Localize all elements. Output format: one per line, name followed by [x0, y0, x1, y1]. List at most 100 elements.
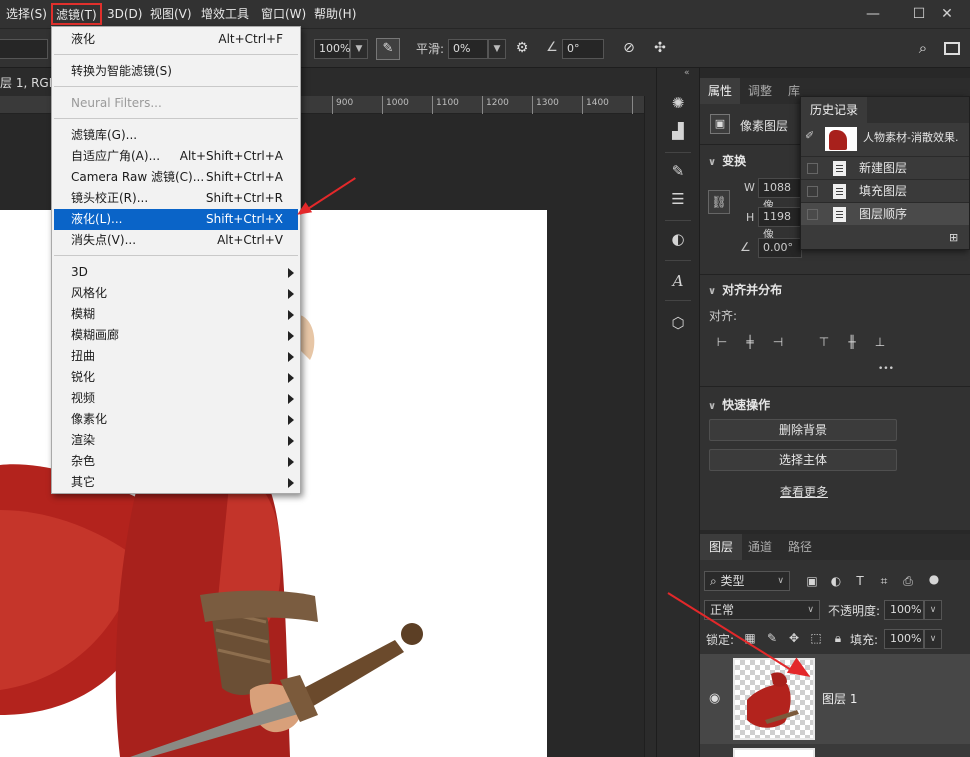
history-step[interactable]: 图层顺序 — [801, 202, 969, 225]
align-top-icon[interactable]: ⊤ — [816, 334, 832, 350]
menu-item-adaptive-wide-angle[interactable]: 自适应广角(A)... Alt+Shift+Ctrl+A — [52, 146, 300, 167]
align-section-title[interactable]: ∨ 对齐并分布 — [708, 281, 782, 298]
menu-item-liquify-last[interactable]: 液化 Alt+Ctrl+F — [52, 29, 300, 50]
submenu-distort[interactable]: 扭曲 — [52, 346, 300, 367]
menu-item-lens-correction[interactable]: 镜头校正(R)... Shift+Ctrl+R — [52, 188, 300, 209]
gear-icon[interactable]: ⚙ — [514, 40, 530, 56]
select-subject-button[interactable]: 选择主体 — [709, 449, 897, 471]
menu-plugins[interactable]: 增效工具 — [201, 0, 249, 28]
height-field[interactable]: 1198 像 — [758, 207, 802, 241]
new-snapshot-icon[interactable]: ⊞ — [949, 231, 963, 244]
transform-section-title[interactable]: ∨ 变换 — [708, 152, 746, 169]
tab-properties[interactable]: 属性 — [700, 78, 741, 104]
menu-item-filter-gallery[interactable]: 滤镜库(G)... — [52, 125, 300, 146]
chevron-down-icon[interactable]: ▼ — [488, 39, 506, 59]
menu-item-vanishing-point[interactable]: 消失点(V)... Alt+Ctrl+V — [52, 230, 300, 251]
menu-item-neural-filters[interactable]: Neural Filters... — [52, 93, 300, 114]
brush-icon[interactable]: ✎ — [667, 160, 689, 182]
tab-adjustments[interactable]: 调整 — [740, 78, 780, 104]
submenu-noise[interactable]: 杂色 — [52, 451, 300, 472]
menu-item-camera-raw[interactable]: Camera Raw 滤镜(C)... Shift+Ctrl+A — [52, 167, 300, 188]
see-more-link[interactable]: 查看更多 — [780, 483, 828, 500]
snapshot-label[interactable]: 人物素材-消散效果. — [863, 129, 958, 145]
align-hcenter-icon[interactable]: ╪ — [742, 334, 758, 350]
remove-background-button[interactable]: 删除背景 — [709, 419, 897, 441]
minimize-icon[interactable]: — — [850, 0, 896, 28]
filter-toggle-icon[interactable]: ● — [926, 571, 942, 587]
histogram-icon[interactable]: ▟ — [667, 120, 689, 142]
symmetry-icon[interactable]: ✣ — [650, 39, 670, 57]
tab-layers[interactable]: 图层 — [700, 534, 743, 560]
history-step[interactable]: 填充图层 — [801, 179, 969, 202]
submenu-video[interactable]: 视频 — [52, 388, 300, 409]
tab-channels[interactable]: 通道 — [739, 534, 781, 560]
workspace-icon[interactable] — [944, 42, 960, 55]
chevron-down-icon[interactable]: ▼ — [350, 39, 368, 59]
rotation-field[interactable]: 0.00° — [758, 238, 802, 258]
lock-position-icon[interactable]: ✥ — [786, 630, 802, 646]
menu-help[interactable]: 帮助(H) — [314, 0, 356, 28]
submenu-sharpen[interactable]: 锐化 — [52, 367, 300, 388]
airbrush-icon[interactable]: ✎ — [376, 38, 400, 60]
filter-shape-icon[interactable]: ⌗ — [876, 573, 892, 589]
snapshot-thumbnail[interactable] — [825, 127, 857, 151]
navigator-icon[interactable]: ✺ — [667, 92, 689, 114]
lock-all-icon[interactable]: 🔒︎ — [830, 630, 846, 646]
character-icon[interactable]: A — [667, 270, 689, 292]
smooth-field[interactable]: 0% — [448, 39, 488, 59]
submenu-stylize[interactable]: 风格化 — [52, 283, 300, 304]
align-bottom-icon[interactable]: ⊥ — [872, 334, 888, 350]
menu-select[interactable]: 选择(S) — [6, 0, 47, 28]
zoom-field[interactable]: 100% — [314, 39, 350, 59]
tab-paths[interactable]: 路径 — [779, 534, 821, 560]
submenu-blur-gallery[interactable]: 模糊画廊 — [52, 325, 300, 346]
submenu-3d[interactable]: 3D — [52, 262, 300, 283]
filter-pixel-icon[interactable]: ▣ — [804, 573, 820, 589]
angle-field[interactable]: 0° — [562, 39, 604, 59]
filter-type-icon[interactable]: T — [852, 573, 868, 589]
submenu-pixelate[interactable]: 像素化 — [52, 409, 300, 430]
pressure-icon[interactable]: ⊘ — [620, 39, 638, 57]
brush-settings-icon[interactable]: ☰ — [667, 188, 689, 210]
menu-3d[interactable]: 3D(D) — [107, 0, 142, 28]
clone-source-icon[interactable]: ◐ — [667, 228, 689, 250]
submenu-render[interactable]: 渲染 — [52, 430, 300, 451]
blend-mode-dropdown[interactable]: 正常 ∨ — [704, 600, 820, 620]
align-vcenter-icon[interactable]: ╫ — [844, 334, 860, 350]
layer-name[interactable]: 图层 1 — [822, 690, 857, 707]
menu-filter[interactable]: 滤镜(T) — [51, 3, 102, 25]
3d-cube-icon[interactable]: ⬡ — [667, 312, 689, 334]
close-icon[interactable]: ✕ — [924, 0, 970, 28]
submenu-other[interactable]: 其它 — [52, 472, 300, 493]
align-right-icon[interactable]: ⊣ — [770, 334, 786, 350]
chevron-down-icon[interactable]: ∨ — [924, 629, 942, 649]
menu-view[interactable]: 视图(V) — [150, 0, 192, 28]
vertical-scrollbar[interactable] — [644, 96, 656, 757]
search-icon[interactable]: ⌕ — [914, 39, 932, 57]
width-field[interactable]: 1088 像 — [758, 178, 802, 212]
filter-smart-object-icon[interactable]: ⎙ — [900, 573, 916, 589]
eye-icon[interactable]: ◉ — [709, 691, 720, 706]
layer-filter-dropdown[interactable]: ⌕ 类型 ∨ — [704, 571, 790, 591]
more-options-icon[interactable]: ••• — [878, 364, 894, 374]
menu-item-liquify[interactable]: 液化(L)... Shift+Ctrl+X — [54, 209, 298, 230]
opacity-field[interactable]: 100% — [884, 600, 924, 620]
collapse-icon[interactable]: « — [684, 68, 690, 78]
quick-actions-title[interactable]: ∨ 快速操作 — [708, 396, 770, 413]
align-left-icon[interactable]: ⊢ — [714, 334, 730, 350]
menu-window[interactable]: 窗口(W) — [261, 0, 306, 28]
fill-field[interactable]: 100% — [884, 629, 924, 649]
layer-row[interactable]: ◉ 图层 1 — [700, 654, 970, 744]
filter-adjustment-icon[interactable]: ◐ — [828, 573, 844, 589]
history-brush-icon[interactable]: ✐ — [805, 129, 819, 143]
menu-item-convert-smart-filter[interactable]: 转换为智能滤镜(S) — [52, 61, 300, 82]
link-icon[interactable]: ⛓ — [708, 190, 730, 214]
tab-history[interactable]: 历史记录 — [801, 97, 868, 123]
lock-artboard-icon[interactable]: ⬚ — [808, 630, 824, 646]
layer-thumbnail[interactable] — [733, 748, 815, 757]
history-step[interactable]: 新建图层 — [801, 156, 969, 179]
chevron-down-icon[interactable]: ∨ — [924, 600, 942, 620]
brush-preset-field[interactable] — [0, 39, 48, 59]
submenu-blur[interactable]: 模糊 — [52, 304, 300, 325]
lock-pixels-icon[interactable]: ✎ — [764, 630, 780, 646]
